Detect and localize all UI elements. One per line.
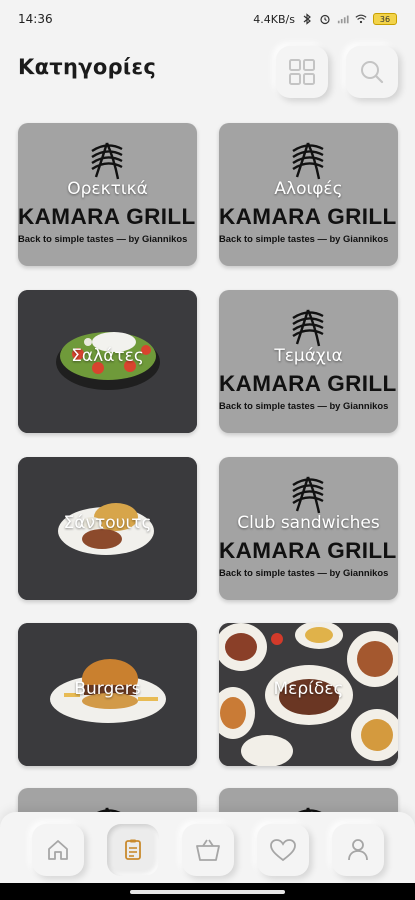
category-label: Club sandwiches bbox=[237, 513, 380, 533]
user-icon bbox=[348, 839, 368, 861]
brand-tagline: Back to simple tastes — by Giannikos bbox=[18, 233, 188, 244]
grid-icon bbox=[289, 59, 315, 85]
nav-profile-button[interactable] bbox=[332, 824, 384, 876]
category-label: Μερίδες bbox=[273, 679, 344, 699]
category-card-santouits[interactable]: Σάντουιτς bbox=[18, 457, 197, 600]
gesture-bar[interactable] bbox=[130, 890, 285, 894]
category-card-salates[interactable]: Σαλάτες bbox=[18, 290, 197, 433]
bluetooth-icon bbox=[303, 13, 311, 25]
brand-name: KAMARA GRILL bbox=[219, 371, 397, 396]
screen: 14:36 4.4KB/s 36 Κατηγορίες KAMARA GRILL… bbox=[0, 0, 415, 883]
brand-tagline: Back to simple tastes — by Giannikos bbox=[219, 233, 389, 244]
status-time: 14:36 bbox=[18, 12, 53, 26]
menu-icon bbox=[125, 839, 141, 860]
bottom-nav bbox=[0, 812, 415, 883]
brand-name: KAMARA GRILL bbox=[219, 204, 397, 229]
category-label: Αλοιφές bbox=[274, 179, 343, 199]
category-card-aloifes[interactable]: KAMARA GRILL Back to simple tastes — by … bbox=[219, 123, 398, 266]
category-label: Burgers bbox=[74, 679, 141, 699]
category-card-burgers[interactable]: Burgers bbox=[18, 623, 197, 766]
category-card-merides[interactable]: Μερίδες bbox=[219, 623, 398, 766]
search-icon bbox=[361, 61, 384, 84]
network-speed: 4.4KB/s bbox=[253, 12, 295, 26]
category-label: Τεμάχια bbox=[274, 346, 343, 366]
category-label: Σαλάτες bbox=[71, 346, 144, 366]
nav-menu-button[interactable] bbox=[107, 824, 159, 876]
kamara-grill-logo-mark bbox=[91, 142, 123, 180]
brand-name: KAMARA GRILL bbox=[18, 204, 196, 229]
brand-tagline: Back to simple tastes — by Giannikos bbox=[219, 567, 389, 578]
status-icons: 4.4KB/s 36 bbox=[253, 13, 397, 26]
heart-icon bbox=[270, 839, 296, 862]
brand-tagline: Back to simple tastes — by Giannikos bbox=[219, 400, 389, 411]
grid-view-button[interactable] bbox=[276, 46, 328, 98]
page-title: Κατηγορίες bbox=[18, 55, 157, 79]
kamara-grill-logo-mark bbox=[292, 309, 324, 347]
kamara-grill-logo-mark bbox=[292, 142, 324, 180]
status-bar: 14:36 4.4KB/s 36 bbox=[0, 0, 415, 38]
kamara-grill-logo-mark bbox=[292, 476, 324, 514]
battery-icon: 36 bbox=[373, 13, 397, 25]
basket-icon bbox=[196, 839, 220, 861]
alarm-icon bbox=[320, 14, 330, 25]
category-label: Ορεκτικά bbox=[67, 179, 148, 199]
search-button[interactable] bbox=[346, 46, 398, 98]
nav-home-button[interactable] bbox=[32, 824, 84, 876]
nav-basket-button[interactable] bbox=[182, 824, 234, 876]
nav-favorites-button[interactable] bbox=[257, 824, 309, 876]
brand-name: KAMARA GRILL bbox=[219, 538, 397, 563]
wifi-icon bbox=[355, 14, 367, 24]
signal-icon bbox=[337, 15, 349, 24]
category-card-club-sandwiches[interactable]: KAMARA GRILL Back to simple tastes — by … bbox=[219, 457, 398, 600]
category-card-temaxia[interactable]: KAMARA GRILL Back to simple tastes — by … bbox=[219, 290, 398, 433]
header: Κατηγορίες bbox=[0, 40, 415, 100]
category-label: Σάντουιτς bbox=[63, 513, 152, 533]
home-icon bbox=[48, 840, 68, 860]
category-card-orektika[interactable]: KAMARA GRILL Back to simple tastes — by … bbox=[18, 123, 197, 266]
